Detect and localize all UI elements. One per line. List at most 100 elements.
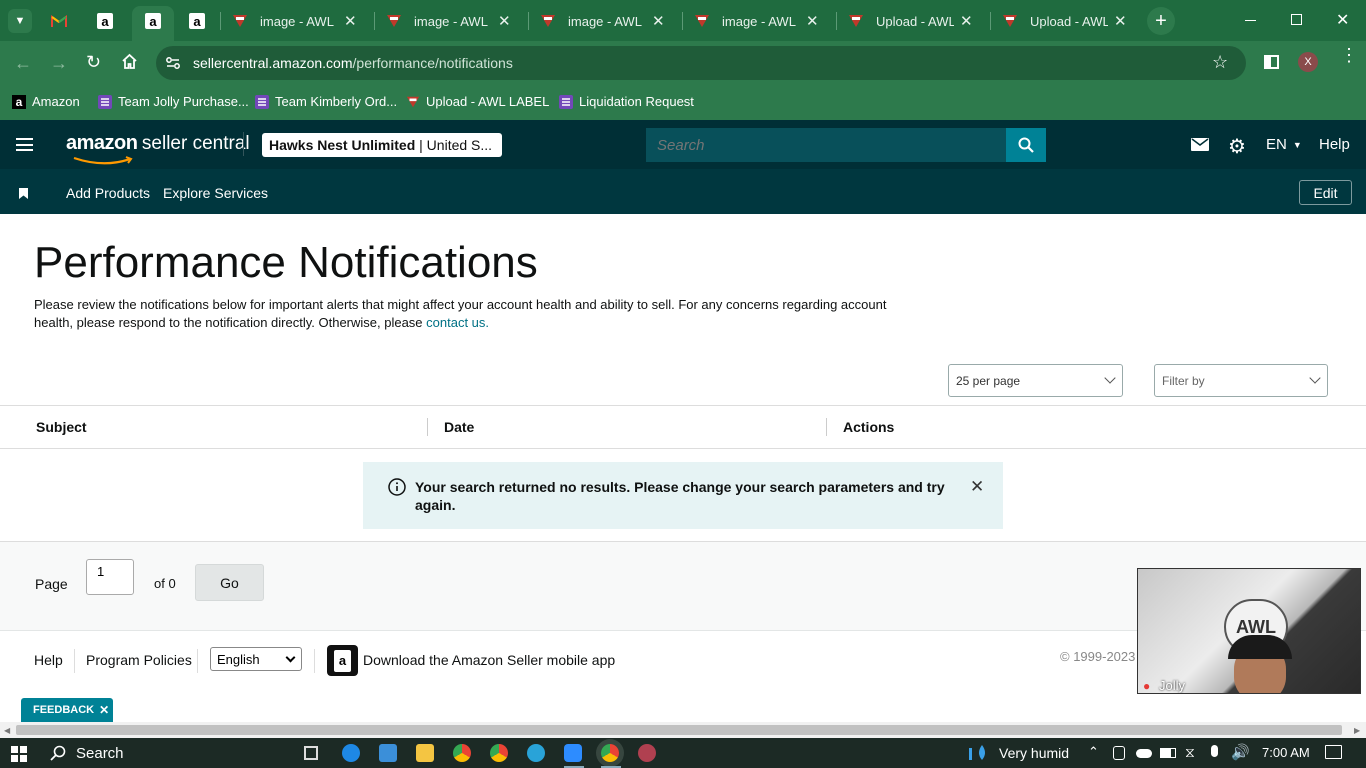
search-button[interactable]	[1006, 128, 1046, 162]
star-icon[interactable]: ☆	[1212, 52, 1228, 73]
store-icon[interactable]	[379, 744, 397, 762]
scroll-right-icon[interactable]: ▶	[1354, 726, 1360, 735]
weather-icon[interactable]	[968, 744, 990, 762]
feedback-tab[interactable]: FEEDBACK ✕	[21, 698, 113, 722]
forward-icon[interactable]: →	[50, 53, 68, 74]
language-selector[interactable]: EN ▼	[1266, 136, 1302, 153]
download-app-link[interactable]: Download the Amazon Seller mobile app	[363, 652, 615, 668]
footer-language-select[interactable]: English	[210, 647, 302, 671]
clock[interactable]: 7:00 AM	[1262, 745, 1310, 760]
close-icon[interactable]: ✕	[652, 12, 665, 30]
copyright: © 1999-2023	[1060, 649, 1136, 664]
tray-chevron-icon[interactable]: ⌃	[1088, 744, 1099, 760]
telegram-icon[interactable]	[527, 744, 545, 762]
chrome-profile-icon[interactable]	[490, 744, 508, 762]
onedrive-icon[interactable]	[1136, 749, 1152, 758]
home-icon[interactable]	[121, 53, 138, 74]
wifi-icon[interactable]: ⧖	[1185, 744, 1195, 761]
nav-explore-services[interactable]: Explore Services	[163, 185, 268, 201]
tray-webcam-icon[interactable]	[1113, 746, 1125, 760]
weather-label[interactable]: Very humid	[999, 745, 1069, 761]
bookmark-upload-awl[interactable]: Upload - AWL LABEL	[406, 94, 549, 109]
tab-upload-awl-2[interactable]: Upload - AWL L ✕	[1002, 8, 1127, 34]
search-box[interactable]	[646, 128, 1006, 162]
zoom-icon[interactable]	[564, 744, 582, 762]
close-icon[interactable]: ✕	[99, 703, 109, 717]
edge-icon[interactable]	[342, 744, 360, 762]
close-alert-icon[interactable]: ✕	[970, 477, 984, 497]
edit-nav-button[interactable]: Edit	[1299, 180, 1352, 205]
participant-name: Jolly	[1159, 678, 1186, 693]
address-bar[interactable]: sellercentral.amazon.com/performance/not…	[156, 46, 1246, 80]
tab-image-awl-1[interactable]: image - AWL LA ✕	[232, 8, 357, 34]
help-link[interactable]: Help	[1319, 136, 1350, 153]
amazon-icon: a	[189, 13, 205, 29]
chrome-active-icon[interactable]	[601, 744, 619, 762]
windows-start-icon[interactable]	[11, 746, 27, 762]
close-window-icon[interactable]: ✕	[1336, 10, 1349, 30]
app-icon[interactable]	[638, 744, 656, 762]
tab-search-chevron-icon[interactable]: ▼	[8, 9, 32, 33]
taskbar-search[interactable]: Search	[42, 738, 294, 768]
reload-icon[interactable]: ↻	[86, 52, 101, 73]
seller-central-logo[interactable]: amazon seller central	[66, 132, 250, 165]
restore-icon[interactable]	[1291, 14, 1302, 25]
bookmark-team-jolly[interactable]: Team Jolly Purchase...	[98, 94, 249, 109]
horizontal-scrollbar[interactable]: ◀ ▶	[0, 722, 1366, 738]
per-page-select[interactable]: 25 per page	[948, 364, 1123, 397]
scrollbar-thumb[interactable]	[16, 725, 1342, 735]
tab-amazon-active[interactable]: a	[132, 6, 174, 41]
tab-amazon-3[interactable]: a	[189, 8, 205, 34]
chrome-icon[interactable]	[453, 744, 471, 762]
go-button[interactable]: Go	[195, 564, 264, 601]
tab-gmail[interactable]	[51, 8, 67, 34]
tab-image-awl-4[interactable]: image - AWL LA ✕	[694, 8, 819, 34]
program-policies-link[interactable]: Program Policies	[86, 652, 192, 668]
column-date[interactable]: Date	[444, 419, 474, 435]
minimize-icon[interactable]	[1245, 20, 1256, 21]
column-actions[interactable]: Actions	[843, 419, 894, 435]
amazon-app-icon[interactable]: a	[327, 645, 358, 676]
page-number-input[interactable]	[86, 559, 134, 595]
bookmark-icon[interactable]	[19, 186, 28, 204]
store-switcher[interactable]: Hawks Nest Unlimited | United S...	[262, 133, 502, 157]
volume-icon[interactable]: 🔊	[1231, 743, 1250, 761]
file-explorer-icon[interactable]	[416, 744, 434, 762]
contact-us-link[interactable]: contact us.	[426, 315, 489, 330]
footer-help-link[interactable]: Help	[34, 652, 63, 668]
bookmark-amazon[interactable]: a Amazon	[12, 94, 80, 109]
search-input[interactable]	[646, 128, 1006, 162]
profile-avatar[interactable]: X	[1298, 52, 1318, 72]
bookmark-liquidation[interactable]: Liquidation Request	[559, 94, 694, 109]
tab-image-awl-3[interactable]: image - AWL LA ✕	[540, 8, 665, 34]
scroll-left-icon[interactable]: ◀	[4, 726, 10, 735]
bookmark-team-kimberly[interactable]: Team Kimberly Ord...	[255, 94, 397, 109]
column-subject[interactable]: Subject	[36, 419, 87, 435]
site-info-icon[interactable]	[165, 55, 181, 76]
new-tab-button[interactable]: +	[1147, 7, 1175, 35]
hamburger-menu-icon[interactable]	[16, 138, 33, 151]
nav-add-products[interactable]: Add Products	[66, 185, 150, 201]
microphone-icon[interactable]	[1211, 745, 1218, 757]
tab-amazon-1[interactable]: a	[97, 8, 113, 34]
mail-icon[interactable]	[1191, 138, 1209, 156]
tab-image-awl-2[interactable]: image - AWL LA ✕	[386, 8, 511, 34]
gear-icon[interactable]: ⚙	[1228, 134, 1246, 159]
amazon-icon: a	[12, 94, 26, 109]
awl-icon	[540, 13, 556, 29]
tab-upload-awl-1[interactable]: Upload - AWL L ✕	[848, 8, 973, 34]
close-icon[interactable]: ✕	[498, 12, 511, 30]
close-icon[interactable]: ✕	[1114, 12, 1127, 30]
battery-icon[interactable]	[1160, 748, 1176, 758]
close-icon[interactable]: ✕	[960, 12, 973, 30]
side-panel-icon[interactable]	[1264, 55, 1279, 69]
close-icon[interactable]: ✕	[806, 12, 819, 30]
close-icon[interactable]: ✕	[344, 12, 357, 30]
task-view-icon[interactable]	[304, 746, 318, 760]
browser-menu-icon[interactable]: ⋮	[1340, 46, 1358, 64]
list-icon	[255, 94, 269, 109]
video-call-tile[interactable]: AWL ● Jolly	[1137, 568, 1361, 694]
filter-select[interactable]: Filter by	[1154, 364, 1328, 397]
back-icon[interactable]: ←	[14, 53, 32, 74]
notifications-icon[interactable]	[1325, 745, 1342, 759]
